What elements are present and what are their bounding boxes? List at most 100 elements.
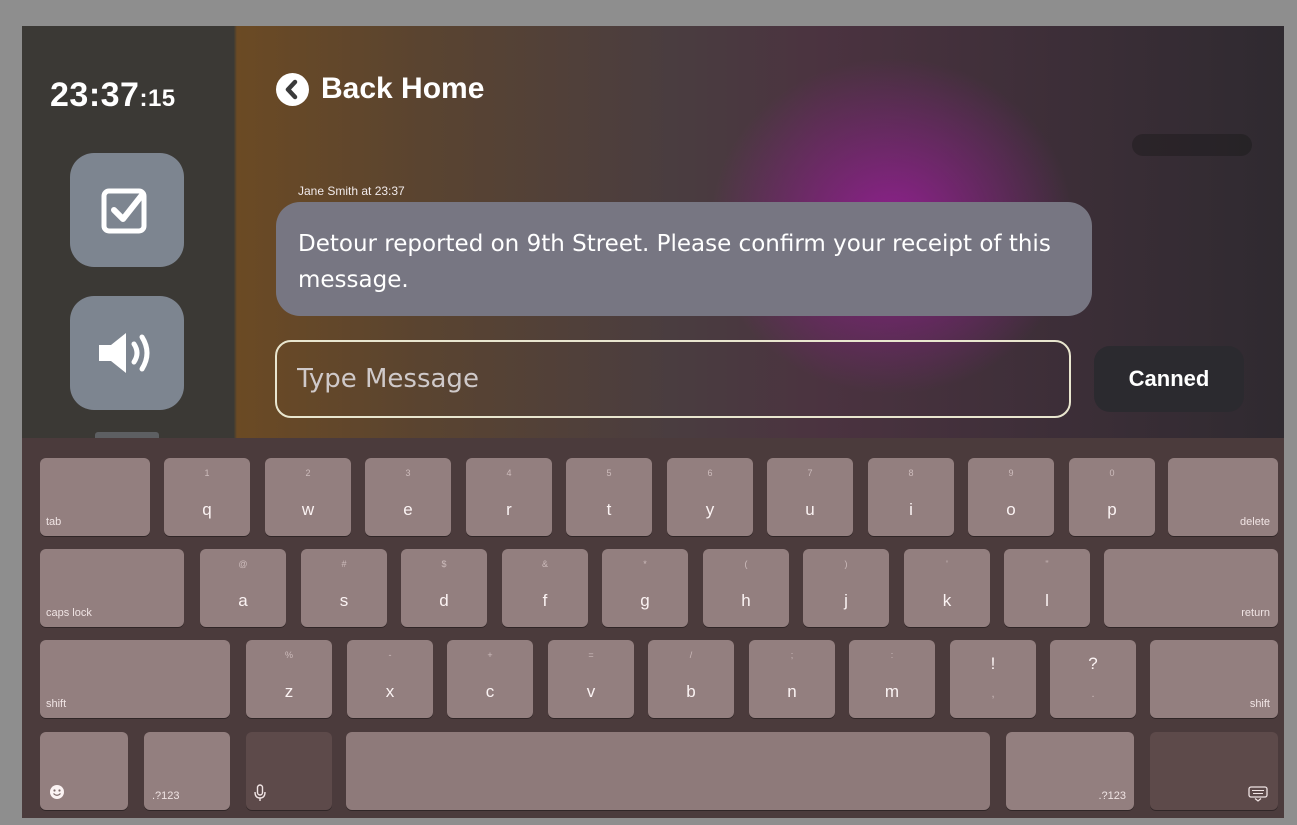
keyboard-hide-icon	[1248, 786, 1268, 802]
key-alt-label: 8	[908, 468, 914, 478]
key-return[interactable]: return	[1104, 549, 1278, 627]
message-sender: Jane Smith at 23:37	[298, 184, 405, 198]
key-p[interactable]: 0p	[1069, 458, 1155, 536]
message-text: Detour reported on 9th Street. Please co…	[298, 231, 1051, 293]
key-shift-right-label: shift	[1249, 698, 1270, 710]
key-a[interactable]: @ a	[200, 549, 286, 627]
key-y[interactable]: 6y	[667, 458, 753, 536]
key-label: r	[506, 500, 512, 519]
key-shift-left[interactable]: shift	[40, 640, 230, 718]
key-label: o	[1006, 500, 1016, 519]
key-label: p	[1107, 500, 1117, 519]
key-d[interactable]: $ d	[401, 549, 487, 627]
key-u[interactable]: 7u	[767, 458, 853, 536]
key-alt-label: 1	[204, 468, 210, 478]
sidebar-button-audio[interactable]	[70, 296, 184, 410]
key-caps-lock-label: caps lock	[46, 607, 92, 619]
key-alt-label: 2	[305, 468, 311, 478]
key-alt-label: &	[541, 559, 548, 569]
key-label: g	[640, 591, 650, 610]
key-shift-left-label: shift	[46, 698, 67, 710]
key-m[interactable]: :m	[849, 640, 935, 718]
key-numbers-left[interactable]: .?123	[144, 732, 230, 810]
key-alt-label: !	[990, 654, 996, 673]
key-x[interactable]: -x	[347, 640, 433, 718]
key-z[interactable]: % z	[246, 640, 332, 718]
key-label: f	[542, 591, 548, 610]
key-hide-keyboard[interactable]	[1150, 732, 1278, 810]
key-numbers-left-label: .?123	[152, 790, 180, 802]
microphone-icon	[254, 784, 266, 801]
header-status-indicator	[1132, 134, 1252, 156]
key-label: q	[202, 500, 212, 519]
back-home-label: Back Home	[321, 72, 485, 105]
key-tab[interactable]: tab	[40, 458, 150, 536]
key-period[interactable]: ?.	[1050, 640, 1136, 718]
key-label: y	[705, 500, 715, 519]
key-alt-label: ?	[1088, 654, 1098, 673]
key-label: u	[805, 500, 815, 519]
key-alt-label: %	[284, 650, 293, 660]
key-o[interactable]: 9o	[968, 458, 1054, 536]
screen: 23:37:15 Back Home Jane Smith at 23:37 D…	[22, 26, 1284, 818]
clock: 23:37:15	[50, 76, 176, 115]
key-i[interactable]: 8i	[868, 458, 954, 536]
key-alt-label: 7	[807, 468, 813, 478]
back-home-button[interactable]: Back Home	[276, 72, 484, 106]
device-frame: 23:37:15 Back Home Jane Smith at 23:37 D…	[0, 0, 1297, 825]
key-h[interactable]: (h	[703, 549, 789, 627]
key-q[interactable]: 1q	[164, 458, 250, 536]
on-screen-keyboard: tab delete caps lock return shift shift	[22, 438, 1284, 818]
key-label: n	[787, 682, 797, 701]
key-l[interactable]: " l	[1004, 549, 1090, 627]
key-emoji[interactable]	[40, 732, 128, 810]
key-f[interactable]: & f	[502, 549, 588, 627]
key-alt-label: 6	[707, 468, 713, 478]
key-label: z	[284, 682, 294, 701]
key-label: i	[909, 500, 913, 519]
key-label: h	[741, 591, 751, 610]
key-label: m	[884, 682, 900, 701]
key-label: w	[301, 500, 315, 519]
canned-button[interactable]: Canned	[1094, 346, 1244, 412]
key-b[interactable]: / b	[648, 640, 734, 718]
key-label: t	[606, 500, 612, 519]
key-numbers-right-label: .?123	[1098, 790, 1126, 802]
key-alt-label: $	[441, 559, 447, 569]
key-delete-label: delete	[1240, 516, 1270, 528]
key-j[interactable]: ) j	[803, 549, 889, 627]
key-n[interactable]: ; n	[749, 640, 835, 718]
clock-hours-minutes: 23:37	[50, 76, 140, 114]
key-label: e	[403, 500, 413, 519]
key-s[interactable]: # s	[301, 549, 387, 627]
key-alt-label: /	[689, 650, 693, 660]
key-v[interactable]: = v	[548, 640, 634, 718]
key-label: d	[439, 591, 449, 610]
key-numbers-right[interactable]: .?123	[1006, 732, 1134, 810]
key-caps-lock[interactable]: caps lock	[40, 549, 184, 627]
key-alt-label: #	[341, 559, 347, 569]
key-alt-label: "	[1045, 559, 1049, 569]
key-space[interactable]	[346, 732, 990, 810]
key-alt-label: +	[487, 650, 493, 660]
key-t[interactable]: 5t	[566, 458, 652, 536]
key-alt-label: 9	[1008, 468, 1014, 478]
key-c[interactable]: + c	[447, 640, 533, 718]
key-k[interactable]: ' k	[904, 549, 990, 627]
key-e[interactable]: 3e	[365, 458, 451, 536]
key-shift-right[interactable]: shift	[1150, 640, 1278, 718]
key-delete[interactable]: delete	[1168, 458, 1278, 536]
sidebar-button-tasks[interactable]	[70, 153, 184, 267]
message-input[interactable]	[275, 340, 1071, 418]
key-comma[interactable]: !,	[950, 640, 1036, 718]
key-alt-label: )	[844, 559, 848, 569]
back-arrow-icon	[276, 72, 309, 106]
key-dictation[interactable]	[246, 732, 332, 810]
checkbox-icon	[101, 188, 147, 234]
key-g[interactable]: * g	[602, 549, 688, 627]
key-r[interactable]: 4r	[466, 458, 552, 536]
key-w[interactable]: 2w	[265, 458, 351, 536]
key-alt-label: *	[643, 559, 647, 569]
app-area: 23:37:15 Back Home Jane Smith at 23:37 D…	[22, 26, 1284, 442]
speaker-icon	[99, 333, 150, 373]
